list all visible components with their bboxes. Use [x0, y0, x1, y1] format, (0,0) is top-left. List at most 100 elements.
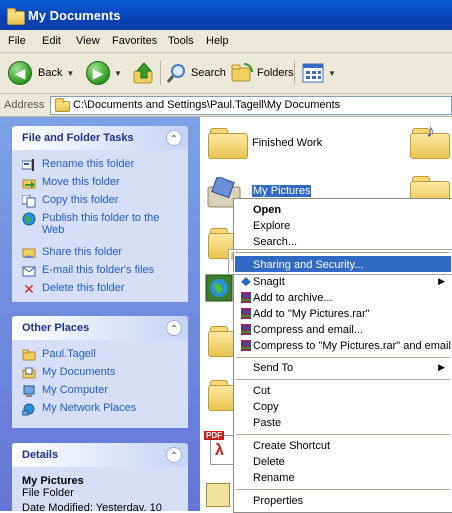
- move-folder-link[interactable]: Move this folder: [22, 176, 120, 192]
- file-folder-tasks-header[interactable]: File and Folder Tasks ⌃: [12, 126, 188, 150]
- menu-create-shortcut[interactable]: Create Shortcut: [235, 437, 451, 454]
- menu-search[interactable]: Search...: [235, 233, 451, 250]
- menu-delete-label: Delete: [253, 456, 285, 468]
- forward-arrow-icon: ▶: [86, 61, 110, 85]
- menu-add-to-rar[interactable]: Add to "My Pictures.rar": [235, 305, 451, 322]
- place-my-documents[interactable]: My Documents: [22, 366, 115, 382]
- menu-separator: [236, 434, 450, 435]
- back-label: Back: [38, 67, 63, 79]
- place-my-computer[interactable]: My Computer: [22, 384, 108, 400]
- menu-paste-label: Paste: [253, 417, 282, 429]
- music-note-icon: ♪: [426, 121, 435, 141]
- menu-file[interactable]: File: [8, 35, 26, 47]
- context-menu: Open Explore Search... Sharing and Secur…: [233, 198, 452, 513]
- other-places-body: Paul.Tagell My Documents My Computer My …: [12, 340, 188, 428]
- menu-compress-rar-email[interactable]: Compress to "My Pictures.rar" and email: [235, 337, 451, 354]
- menu-open[interactable]: Open: [235, 201, 451, 218]
- menu-cut[interactable]: Cut: [235, 382, 451, 399]
- delete-folder-link[interactable]: ✕ Delete this folder: [22, 280, 124, 298]
- panel-title: Other Places: [22, 322, 90, 334]
- menu-explore[interactable]: Explore: [235, 217, 451, 234]
- menu-compress-rar-email-label: Compress to "My Pictures.rar" and email: [253, 340, 451, 352]
- menu-compress-email[interactable]: Compress and email...: [235, 321, 451, 338]
- address-path: C:\Documents and Settings\Paul.Tagell\My…: [73, 99, 341, 111]
- menu-add-rar-label: Add to "My Pictures.rar": [253, 308, 370, 320]
- file-icon[interactable]: [206, 483, 230, 507]
- chevron-down-icon: ▼: [328, 68, 336, 78]
- pdf-file-icon[interactable]: PDF λ: [204, 429, 234, 465]
- menu-explore-label: Explore: [253, 220, 291, 232]
- collapse-chevron-icon[interactable]: ⌃: [166, 320, 182, 336]
- toolbar-separator: [160, 61, 161, 85]
- back-button[interactable]: ◀ Back ▼: [8, 61, 74, 85]
- copy-folder-link[interactable]: Copy this folder: [22, 194, 118, 210]
- menu-snagit[interactable]: SnagIt ▶: [235, 273, 451, 290]
- share-folder-link[interactable]: Share this folder: [22, 246, 122, 262]
- place-paul-tagell[interactable]: Paul.Tagell: [22, 348, 96, 364]
- place-label: My Computer: [42, 384, 109, 396]
- menu-delete[interactable]: Delete: [235, 453, 451, 470]
- details-type: File Folder: [22, 487, 74, 499]
- menu-sharing-security[interactable]: Sharing and Security...: [235, 256, 451, 273]
- menu-search-label: Search...: [253, 236, 298, 248]
- collapse-chevron-icon[interactable]: ⌃: [166, 447, 182, 463]
- forward-button[interactable]: ▶ ▼: [86, 61, 122, 85]
- share-icon: [22, 246, 36, 260]
- search-button[interactable]: Search: [166, 61, 226, 85]
- email-icon: [22, 264, 36, 278]
- delete-icon: ✕: [23, 280, 35, 297]
- toolbar: ◀ Back ▼ ▶ ▼ Search Folders ▼: [0, 53, 452, 94]
- chevron-down-icon: ▼: [114, 68, 122, 78]
- title-bar[interactable]: My Documents: [0, 0, 452, 30]
- file-folder-tasks-body: Rename this folder Move this folder Copy…: [12, 150, 188, 302]
- menu-help[interactable]: Help: [206, 35, 229, 47]
- network-icon: [22, 402, 36, 416]
- folders-button[interactable]: Folders: [230, 61, 294, 85]
- menu-edit[interactable]: Edit: [42, 35, 61, 47]
- task-label: Publish this folder to the Web: [42, 212, 160, 236]
- rename-folder-link[interactable]: Rename this folder: [22, 158, 134, 174]
- address-input[interactable]: C:\Documents and Settings\Paul.Tagell\My…: [50, 96, 452, 115]
- menu-separator: [236, 379, 450, 380]
- menu-open-label: Open: [253, 204, 282, 216]
- menu-cut-label: Cut: [253, 385, 271, 397]
- winrar-icon: [240, 308, 252, 319]
- menu-add-to-archive[interactable]: Add to archive...: [235, 289, 451, 306]
- menu-paste[interactable]: Paste: [235, 414, 451, 431]
- menu-snagit-label: SnagIt: [253, 276, 285, 288]
- publish-folder-link[interactable]: Publish this folder to the Web: [22, 212, 172, 240]
- up-button[interactable]: [132, 61, 156, 85]
- menu-properties[interactable]: Properties: [235, 492, 451, 509]
- place-label: My Network Places: [42, 402, 137, 414]
- menu-rename-label: Rename: [253, 472, 295, 484]
- menu-favorites[interactable]: Favorites: [112, 35, 157, 47]
- menu-copy[interactable]: Copy: [235, 398, 451, 415]
- details-body: My Pictures File Folder Date Modified: Y…: [12, 467, 188, 511]
- email-files-link[interactable]: E-mail this folder's files: [22, 264, 154, 280]
- place-my-network-places[interactable]: My Network Places: [22, 402, 136, 418]
- menu-separator: [236, 357, 450, 358]
- task-pane: File and Folder Tasks ⌃ Rename this fold…: [0, 117, 200, 511]
- my-pictures-label[interactable]: My Pictures: [252, 185, 312, 197]
- menu-rename[interactable]: Rename: [235, 469, 451, 486]
- menu-send-to[interactable]: Send To ▶: [235, 359, 451, 376]
- music-folder-icon[interactable]: ♪: [410, 121, 450, 159]
- finished-work-folder-icon[interactable]: [208, 127, 248, 159]
- winrar-icon: [240, 324, 252, 335]
- details-header[interactable]: Details ⌃: [12, 443, 188, 467]
- menu-view[interactable]: View: [76, 35, 100, 47]
- search-label: Search: [191, 67, 226, 79]
- details-name: My Pictures: [22, 475, 84, 487]
- globe-folder-icon[interactable]: [204, 273, 236, 303]
- folder-icon: [7, 8, 25, 25]
- winrar-icon: [240, 292, 252, 303]
- chevron-down-icon: ▼: [66, 68, 75, 78]
- acrobat-icon: λ: [215, 442, 224, 459]
- menu-separator: [236, 489, 450, 490]
- other-places-header[interactable]: Other Places ⌃: [12, 316, 188, 340]
- finished-work-label[interactable]: Finished Work: [252, 137, 322, 149]
- collapse-chevron-icon[interactable]: ⌃: [166, 130, 182, 146]
- menu-tools[interactable]: Tools: [168, 35, 194, 47]
- submenu-arrow-icon: ▶: [438, 276, 445, 286]
- views-button[interactable]: ▼: [302, 61, 336, 85]
